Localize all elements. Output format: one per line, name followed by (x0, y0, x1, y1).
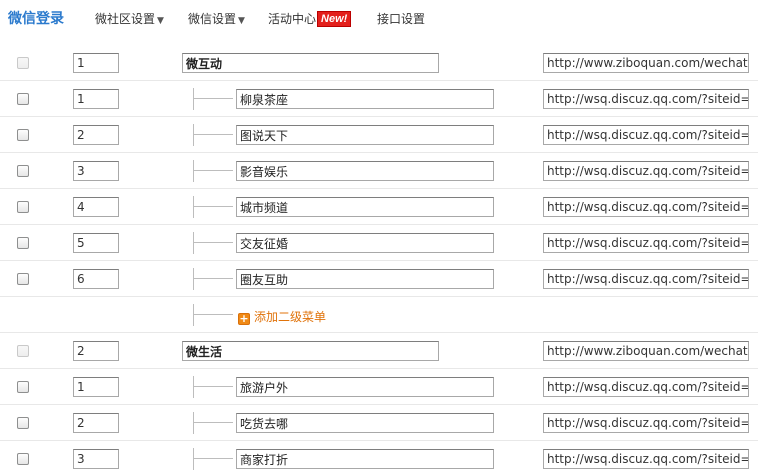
chevron-down-icon: ▼ (238, 16, 245, 26)
tree-line (193, 196, 194, 218)
tree-line (193, 206, 233, 207)
menu-url-input[interactable] (543, 125, 749, 145)
tree-line (193, 412, 194, 434)
row-checkbox[interactable] (17, 93, 29, 105)
tree-line (193, 458, 233, 459)
tree-line (193, 278, 233, 279)
menu-row-parent (0, 45, 758, 81)
menu-row-child (0, 225, 758, 261)
nav-label: 接口设置 (377, 12, 426, 26)
order-input[interactable] (73, 341, 119, 361)
menu-name-input[interactable] (236, 89, 494, 109)
tree-line (193, 386, 233, 387)
tree-line (193, 376, 194, 398)
menu-row-child (0, 261, 758, 297)
tree-line (193, 134, 233, 135)
nav-item-wechat-settings[interactable]: 微信设置 ▼ (188, 10, 245, 27)
nav-item-wechat-login[interactable]: 微信登录 (8, 8, 64, 28)
nav-item-community-settings[interactable]: 微社区设置 ▼ (95, 10, 164, 27)
add-submenu-row: + 添加二级菜单 (0, 297, 758, 333)
nav-label: 微信登录 (8, 11, 64, 27)
add-submenu-link[interactable]: + 添加二级菜单 (238, 308, 326, 325)
nav-item-activity-center[interactable]: 活动中心 New! (268, 10, 352, 27)
row-checkbox[interactable] (17, 201, 29, 213)
order-input[interactable] (73, 269, 119, 289)
menu-name-input[interactable] (236, 233, 494, 253)
new-badge: New! (317, 11, 352, 27)
order-input[interactable] (73, 161, 119, 181)
menu-url-input[interactable] (543, 449, 749, 469)
order-input[interactable] (73, 233, 119, 253)
menu-row-child (0, 405, 758, 441)
tree-line (193, 170, 233, 171)
order-input[interactable] (73, 125, 119, 145)
row-checkbox[interactable] (17, 165, 29, 177)
order-input[interactable] (73, 197, 119, 217)
row-checkbox[interactable] (17, 381, 29, 393)
row-checkbox[interactable] (17, 453, 29, 465)
nav-label: 微信设置 (188, 12, 237, 26)
menu-name-input[interactable] (236, 413, 494, 433)
menu-url-input[interactable] (543, 197, 749, 217)
menu-row-child (0, 441, 758, 474)
row-checkbox[interactable] (17, 345, 29, 357)
order-input[interactable] (73, 413, 119, 433)
nav-label: 活动中心 (268, 12, 317, 26)
menu-url-input[interactable] (543, 269, 749, 289)
tree-line (193, 88, 194, 110)
order-input[interactable] (73, 377, 119, 397)
menu-url-input[interactable] (543, 161, 749, 181)
menu-row-parent (0, 333, 758, 369)
menu-url-input[interactable] (543, 341, 749, 361)
tree-line (193, 304, 194, 326)
tree-line (193, 422, 233, 423)
chevron-down-icon: ▼ (157, 16, 164, 26)
tree-line (193, 268, 194, 290)
menu-row-child (0, 81, 758, 117)
menu-row-child (0, 189, 758, 225)
row-checkbox[interactable] (17, 417, 29, 429)
tree-line (193, 314, 233, 315)
menu-name-input[interactable] (236, 161, 494, 181)
tree-line (193, 448, 194, 470)
menu-name-input[interactable] (236, 377, 494, 397)
menu-row-child (0, 369, 758, 405)
order-input[interactable] (73, 449, 119, 469)
menu-name-input[interactable] (182, 341, 439, 361)
tree-line (193, 98, 233, 99)
menu-name-input[interactable] (182, 53, 439, 73)
top-navigation: 微信登录 微社区设置 ▼ 微信设置 ▼ 活动中心 New! 接口设置 (0, 0, 758, 36)
menu-url-input[interactable] (543, 413, 749, 433)
menu-name-input[interactable] (236, 197, 494, 217)
menu-url-input[interactable] (543, 377, 749, 397)
menu-name-input[interactable] (236, 269, 494, 289)
order-input[interactable] (73, 89, 119, 109)
tree-line (193, 232, 194, 254)
menu-url-input[interactable] (543, 53, 749, 73)
row-checkbox[interactable] (17, 237, 29, 249)
order-input[interactable] (73, 53, 119, 73)
add-submenu-label: 添加二级菜单 (254, 310, 327, 324)
nav-item-api-settings[interactable]: 接口设置 (377, 10, 425, 27)
row-checkbox[interactable] (17, 57, 29, 69)
tree-line (193, 160, 194, 182)
menu-row-child (0, 117, 758, 153)
row-checkbox[interactable] (17, 129, 29, 141)
nav-label: 微社区设置 (95, 12, 156, 26)
tree-line (193, 124, 194, 146)
menu-row-child (0, 153, 758, 189)
tree-line (193, 242, 233, 243)
menu-url-input[interactable] (543, 89, 749, 109)
menu-url-input[interactable] (543, 233, 749, 253)
menu-name-input[interactable] (236, 125, 494, 145)
menu-name-input[interactable] (236, 449, 494, 469)
plus-icon: + (238, 312, 250, 325)
row-checkbox[interactable] (17, 273, 29, 285)
